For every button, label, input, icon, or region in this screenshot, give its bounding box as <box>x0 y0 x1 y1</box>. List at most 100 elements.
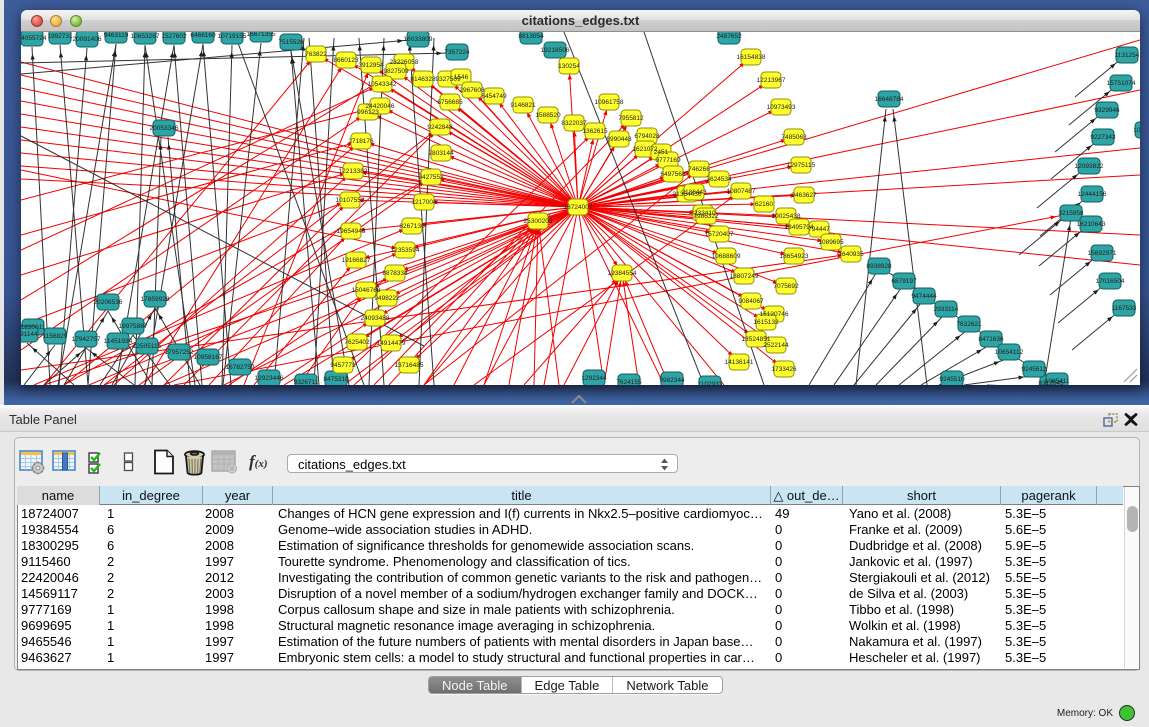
svg-text:9982344: 9982344 <box>659 377 685 384</box>
svg-text:9329946: 9329946 <box>1094 107 1120 114</box>
svg-text:9084067: 9084067 <box>738 298 764 305</box>
svg-text:8146328: 8146328 <box>410 76 436 83</box>
svg-text:10688609: 10688609 <box>712 253 741 260</box>
svg-text:1615132: 1615132 <box>753 319 779 326</box>
svg-text:9463627: 9463627 <box>791 192 817 199</box>
svg-text:23226058: 23226058 <box>390 59 419 66</box>
svg-text:7955812: 7955812 <box>618 115 644 122</box>
svg-text:12213382: 12213382 <box>339 168 368 175</box>
svg-text:7485063: 7485063 <box>781 134 807 141</box>
svg-text:9777169: 9777169 <box>655 157 681 164</box>
svg-text:6466160: 6466160 <box>190 32 216 39</box>
svg-text:8813054: 8813054 <box>518 33 544 40</box>
svg-text:9242848: 9242848 <box>427 124 453 131</box>
svg-text:10719155: 10719155 <box>218 33 247 40</box>
svg-text:18654923: 18654923 <box>780 253 809 260</box>
svg-text:8878334: 8878334 <box>382 270 408 277</box>
svg-text:6879197: 6879197 <box>891 278 917 285</box>
svg-text:1033454: 1033454 <box>1133 127 1140 134</box>
svg-text:20053346: 20053346 <box>150 125 179 132</box>
svg-text:9245612: 9245612 <box>1021 366 1047 373</box>
svg-text:12975115: 12975115 <box>787 162 816 169</box>
svg-text:25300203: 25300203 <box>524 218 553 225</box>
svg-text:2933114: 2933114 <box>934 306 959 313</box>
svg-text:1102933: 1102933 <box>698 381 723 385</box>
svg-text:1292344: 1292344 <box>581 375 607 382</box>
svg-text:1167533: 1167533 <box>1112 305 1137 312</box>
svg-text:9457771: 9457771 <box>330 362 356 369</box>
svg-text:1733426: 1733426 <box>771 366 797 373</box>
svg-text:1546: 1546 <box>454 74 469 81</box>
svg-text:794447: 794447 <box>808 226 830 233</box>
svg-text:9463119: 9463119 <box>104 32 129 39</box>
svg-text:13716485: 13716485 <box>395 362 424 369</box>
svg-text:391144: 391144 <box>21 331 38 338</box>
svg-text:16671355: 16671355 <box>247 32 276 38</box>
svg-text:18807249: 18807249 <box>730 273 759 280</box>
svg-text:16648784: 16648784 <box>875 96 904 103</box>
svg-text:1131254: 1131254 <box>1115 52 1140 59</box>
svg-text:19975887: 19975887 <box>119 323 148 330</box>
svg-text:16033809: 16033809 <box>404 36 433 43</box>
svg-text:130254: 130254 <box>558 63 580 70</box>
svg-text:8938928: 8938928 <box>866 263 892 270</box>
svg-text:7632621: 7632621 <box>956 321 982 328</box>
svg-text:8475310: 8475310 <box>323 376 349 383</box>
svg-text:8990448: 8990448 <box>606 136 632 143</box>
svg-text:1640935: 1640935 <box>838 251 864 258</box>
svg-text:6794028: 6794028 <box>634 133 660 140</box>
svg-text:1992731: 1992731 <box>47 33 73 40</box>
svg-text:16210643: 16210643 <box>1077 221 1106 228</box>
svg-text:17957252: 17957252 <box>165 349 194 356</box>
svg-text:9326711: 9326711 <box>294 379 319 385</box>
svg-text:8471636: 8471636 <box>978 336 1004 343</box>
svg-text:6497568: 6497568 <box>660 171 686 178</box>
svg-text:8322037: 8322037 <box>561 120 587 127</box>
svg-text:14055724: 14055724 <box>21 35 47 42</box>
svg-text:1588520: 1588520 <box>535 112 561 119</box>
svg-text:1156829: 1156829 <box>43 333 68 340</box>
svg-text:8660123: 8660123 <box>333 57 359 64</box>
svg-text:16154838: 16154838 <box>737 54 766 61</box>
svg-text:11451934: 11451934 <box>104 338 133 345</box>
svg-text:19384554: 19384554 <box>608 270 637 277</box>
svg-text:12093822: 12093822 <box>1075 163 1104 170</box>
svg-text:19166827: 19166827 <box>342 257 371 264</box>
svg-text:14136141: 14136141 <box>725 359 754 366</box>
svg-text:16782759: 16782759 <box>226 364 255 371</box>
svg-text:8267130: 8267130 <box>399 223 425 230</box>
svg-text:9474444: 9474444 <box>911 293 937 300</box>
svg-text:10958167: 10958167 <box>194 354 223 361</box>
svg-text:12213967: 12213967 <box>757 77 786 84</box>
svg-text:9146821: 9146821 <box>510 102 536 109</box>
svg-text:2803144: 2803144 <box>428 150 454 157</box>
svg-text:17016504: 17016504 <box>1096 278 1125 285</box>
svg-text:2522144: 2522144 <box>763 342 789 349</box>
svg-text:20206536: 20206536 <box>94 299 123 306</box>
svg-text:3624534: 3624534 <box>706 176 732 183</box>
svg-text:17942757: 17942757 <box>72 336 101 343</box>
svg-text:1089695: 1089695 <box>818 239 844 246</box>
svg-text:996123: 996123 <box>357 109 379 116</box>
svg-text:15046768: 15046768 <box>352 287 381 294</box>
svg-text:10973493: 10973493 <box>767 104 796 111</box>
svg-text:7075692: 7075692 <box>773 283 799 290</box>
svg-text:12505115: 12505115 <box>133 343 162 350</box>
svg-text:1830011: 1830011 <box>21 324 46 331</box>
svg-text:14914479: 14914479 <box>377 340 406 347</box>
svg-text:17859928: 17859928 <box>141 296 170 303</box>
svg-text:1217004: 1217004 <box>411 199 437 206</box>
svg-text:9245510: 9245510 <box>939 376 965 383</box>
svg-text:15720407: 15720407 <box>705 231 734 238</box>
svg-text:7515526: 7515526 <box>278 39 304 46</box>
svg-text:746266: 746266 <box>688 166 710 173</box>
svg-text:9227343: 9227343 <box>1090 134 1116 141</box>
svg-text:20091406: 20091406 <box>73 36 102 43</box>
svg-text:7625402: 7625402 <box>344 339 370 346</box>
svg-text:6756685: 6756685 <box>437 99 463 106</box>
svg-text:62160: 62160 <box>755 201 773 208</box>
svg-text:19218506: 19218506 <box>541 47 570 54</box>
svg-text:1065411: 1065411 <box>1045 378 1070 385</box>
svg-text:24420046: 24420046 <box>366 103 395 110</box>
svg-text:10025438: 10025438 <box>772 213 801 220</box>
